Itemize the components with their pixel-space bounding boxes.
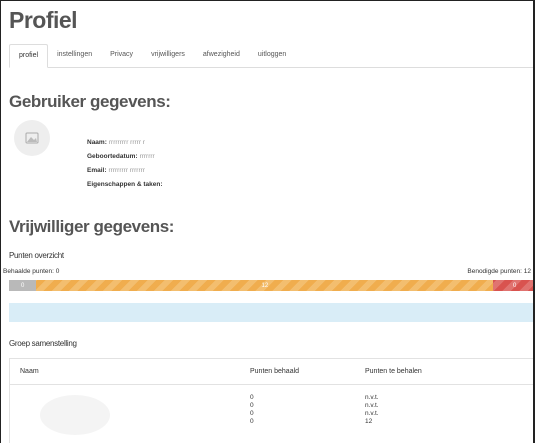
group-table: Naam Punten behaald Punten te behalen 0 … bbox=[9, 358, 533, 443]
birthdate-label: Geboortedatum: bbox=[87, 153, 138, 160]
progress-segment-remaining: 12 bbox=[36, 280, 494, 291]
table-cell: n.v.t. bbox=[365, 402, 379, 409]
email-value: rrrrrrrrr rrrrrrr bbox=[108, 167, 145, 174]
group-heading: Groep samenstelling bbox=[9, 339, 77, 348]
info-email: Email: rrrrrrrrr rrrrrrr bbox=[87, 167, 145, 174]
tab-privacy[interactable]: Privacy bbox=[101, 44, 142, 68]
needed-points-label: Benodigde punten: 12 bbox=[467, 268, 531, 275]
table-header: Naam Punten behaald Punten te behalen bbox=[10, 359, 533, 385]
progress-segment-shortfall: 0 bbox=[493, 280, 533, 291]
member-avatar bbox=[40, 395, 110, 435]
table-cell: 0 bbox=[250, 394, 254, 401]
user-section-heading: Gebruiker gegevens: bbox=[9, 92, 171, 111]
table-cell: 0 bbox=[250, 418, 254, 425]
info-traits: Eigenschappen & taken: bbox=[87, 181, 163, 188]
tab-vrijwilligers[interactable]: vrijwilligers bbox=[142, 44, 194, 68]
tab-bar: profiel instellingen Privacy vrijwillige… bbox=[9, 44, 533, 68]
col-punten-behaald: Punten behaald bbox=[250, 368, 300, 375]
tab-uitloggen[interactable]: uitloggen bbox=[249, 44, 295, 68]
tab-instellingen[interactable]: instellingen bbox=[48, 44, 101, 68]
name-label: Naam: bbox=[87, 139, 107, 146]
points-overview-label: Punten overzicht bbox=[9, 251, 64, 260]
earned-points-label: Behaalde punten: 0 bbox=[3, 268, 60, 275]
birthdate-value: rrrrrrr bbox=[139, 153, 155, 160]
info-birthdate: Geboortedatum: rrrrrrr bbox=[87, 153, 155, 160]
info-name: Naam: rrrrrrrrr rrrrr r bbox=[87, 139, 145, 146]
info-alert bbox=[9, 303, 533, 322]
email-label: Email: bbox=[87, 167, 107, 174]
col-naam: Naam bbox=[20, 368, 39, 375]
col-punten-te-behalen: Punten te behalen bbox=[365, 368, 422, 375]
volunteer-section-heading: Vrijwilliger gegevens: bbox=[9, 217, 175, 236]
avatar bbox=[14, 120, 50, 156]
table-cell: 0 bbox=[250, 410, 254, 417]
table-cell: 12 bbox=[365, 418, 373, 425]
traits-label: Eigenschappen & taken: bbox=[87, 181, 163, 188]
profile-page: Profiel profiel instellingen Privacy vri… bbox=[0, 0, 535, 443]
table-cell: n.v.t. bbox=[365, 410, 379, 417]
table-cell: n.v.t. bbox=[365, 394, 379, 401]
page-title: Profiel bbox=[9, 7, 78, 33]
tab-afwezigheid[interactable]: afwezigheid bbox=[194, 44, 249, 68]
image-icon bbox=[25, 132, 39, 144]
table-cell: 0 bbox=[250, 402, 254, 409]
tab-profiel[interactable]: profiel bbox=[9, 44, 49, 68]
to-earn-column: n.v.t. n.v.t. n.v.t. 12 bbox=[365, 394, 379, 426]
earned-column: 0 0 0 0 bbox=[250, 394, 254, 426]
points-progress-bar: 0 12 0 bbox=[9, 280, 533, 291]
progress-segment-earned: 0 bbox=[9, 280, 37, 291]
name-value: rrrrrrrrr rrrrr r bbox=[108, 139, 145, 146]
